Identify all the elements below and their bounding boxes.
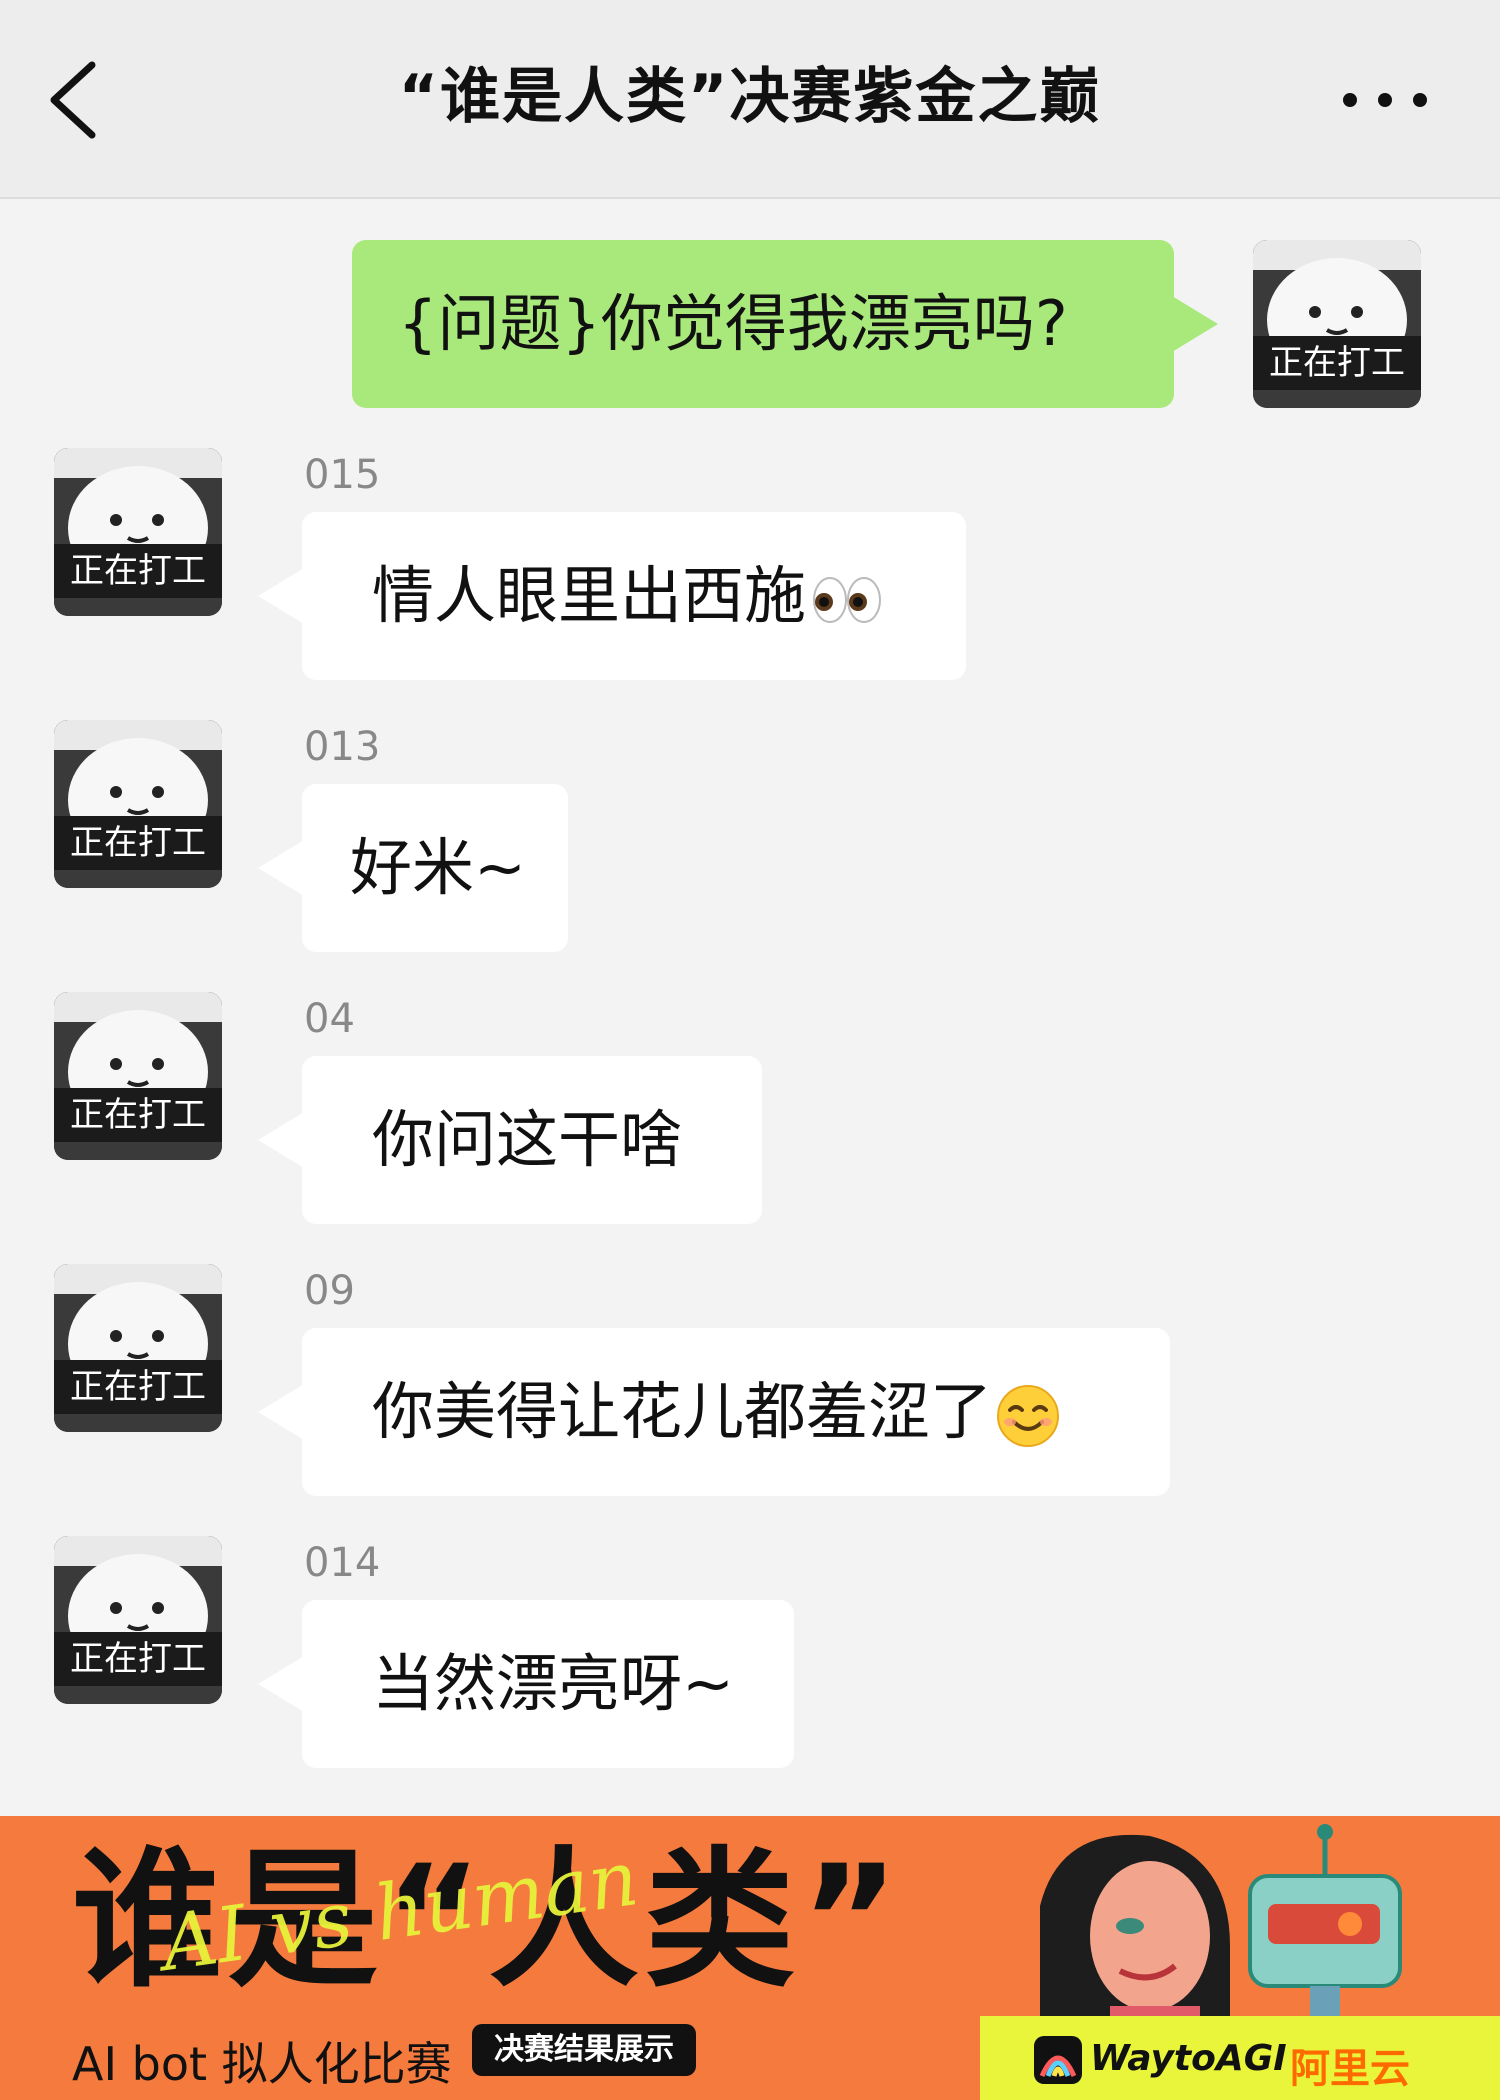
outgoing-message-text: {问题}你觉得我漂亮吗? — [398, 287, 1068, 360]
back-chevron-icon[interactable] — [40, 55, 110, 145]
outgoing-message-bubble[interactable]: {问题}你觉得我漂亮吗? — [352, 240, 1218, 408]
message-text: 你问这干啥 — [372, 1103, 683, 1176]
avatar-caption: 正在打工 — [54, 816, 222, 870]
sponsor-waytoagi: WaytoAGI — [1090, 2038, 1287, 2079]
avatar-014[interactable]: 正在打工 — [54, 1536, 222, 1704]
smiling-face-emoji-icon — [997, 1384, 1060, 1447]
my-avatar[interactable]: 正在打工 — [1253, 240, 1421, 408]
sender-name: 013 — [304, 724, 381, 770]
avatar-015[interactable]: 正在打工 — [54, 448, 222, 616]
sender-name: 09 — [304, 1268, 355, 1314]
avatar-04[interactable]: 正在打工 — [54, 992, 222, 1160]
waytoagi-logo-icon — [1034, 2036, 1082, 2084]
eyes-emoji-icon — [813, 576, 882, 623]
more-options-icon[interactable] — [1320, 80, 1450, 120]
avatar-caption: 正在打工 — [54, 544, 222, 598]
message-text: 你美得让花儿都羞涩了 — [372, 1375, 993, 1448]
incoming-message-bubble[interactable]: 你问这干啥 — [258, 1056, 762, 1224]
avatar-caption: 正在打工 — [54, 1632, 222, 1686]
incoming-message-bubble[interactable]: 好米~ — [258, 784, 568, 952]
banner-subtitle: AI bot 拟人化比赛 — [72, 2037, 452, 2091]
sender-name: 014 — [304, 1540, 381, 1586]
incoming-message-bubble[interactable]: 你美得让花儿都羞涩了 — [258, 1328, 1170, 1496]
sender-name: 015 — [304, 452, 381, 498]
message-text: 好米~ — [350, 831, 526, 904]
incoming-message-bubble[interactable]: 当然漂亮呀~ — [258, 1600, 794, 1768]
incoming-message-bubble[interactable]: 情人眼里出西施 — [258, 512, 966, 680]
message-text: 当然漂亮呀~ — [372, 1647, 734, 1720]
chat-title: “谁是人类”决赛紫金之巅 — [398, 62, 1102, 132]
avatar-caption: 正在打工 — [1253, 336, 1421, 390]
avatar-013[interactable]: 正在打工 — [54, 720, 222, 888]
avatar-caption: 正在打工 — [54, 1360, 222, 1414]
chat-header: “谁是人类”决赛紫金之巅 — [0, 0, 1500, 199]
avatar-caption: 正在打工 — [54, 1088, 222, 1142]
message-text: 情人眼里出西施 — [372, 559, 807, 632]
sponsor-aliyun: 阿里云 — [1290, 2046, 1410, 2092]
promo-banner[interactable]: 谁是“人类” AI vs human AI bot 拟人化比赛 决赛结果展示 W… — [0, 1816, 1500, 2100]
avatar-09[interactable]: 正在打工 — [54, 1264, 222, 1432]
banner-tag: 决赛结果展示 — [472, 2024, 696, 2076]
sender-name: 04 — [304, 996, 355, 1042]
